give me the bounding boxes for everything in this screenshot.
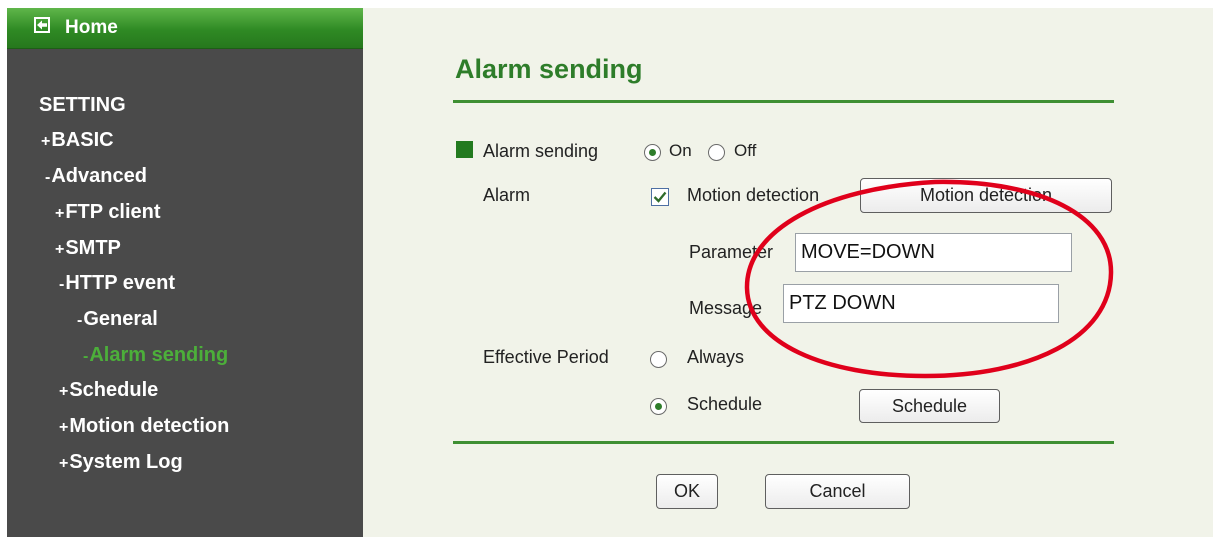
message-label: Message (689, 298, 763, 318)
bottom-divider (453, 441, 1114, 444)
sidebar-item-alarm-sending[interactable]: -Alarm sending (83, 343, 228, 369)
alarm-label: Alarm (483, 185, 531, 205)
message-input[interactable] (783, 284, 1059, 323)
sidebar-item-system-log[interactable]: +System Log (59, 450, 183, 476)
sidebar-item-general[interactable]: -General (77, 307, 158, 333)
square-bullet-icon (456, 141, 473, 158)
parameter-input[interactable] (795, 233, 1072, 272)
period-schedule-radio[interactable] (650, 398, 667, 415)
back-arrow-icon (34, 17, 50, 33)
effective-period-label: Effective Period (483, 347, 609, 367)
home-label: Home (65, 17, 118, 38)
sidebar-item-schedule[interactable]: +Schedule (59, 378, 158, 404)
motion-detection-label: Motion detection (687, 185, 820, 205)
sidebar-item-ftp-client[interactable]: +FTP client (55, 200, 161, 226)
alarm-sending-off-radio[interactable] (708, 144, 725, 161)
sidebar-item-advanced[interactable]: -Advanced (45, 164, 147, 190)
sidebar-item-smtp[interactable]: +SMTP (55, 236, 121, 262)
motion-detection-checkbox[interactable] (651, 188, 669, 206)
parameter-label: Parameter (689, 242, 774, 262)
main-panel: Alarm sending Alarm sending On Off Alarm… (363, 8, 1213, 537)
alarm-sending-on-label: On (669, 141, 692, 160)
sidebar-item-basic[interactable]: +BASIC (41, 128, 114, 154)
sidebar-item-motion-detection[interactable]: +Motion detection (59, 414, 229, 440)
sidebar-heading-setting: SETTING (39, 94, 126, 116)
sidebar-item-http-event[interactable]: -HTTP event (59, 271, 175, 297)
ok-button[interactable]: OK (656, 474, 718, 509)
home-link[interactable]: Home (7, 8, 363, 49)
checkmark-icon (653, 191, 667, 203)
motion-detection-button[interactable]: Motion detection (860, 178, 1112, 213)
period-schedule-label: Schedule (687, 394, 763, 414)
period-always-label: Always (687, 347, 745, 367)
sidebar-menu: Home SETTING +BASIC -Advanced +FTP clien… (7, 8, 363, 537)
cancel-button[interactable]: Cancel (765, 474, 910, 509)
schedule-button[interactable]: Schedule (859, 389, 1000, 423)
title-divider (453, 100, 1114, 103)
alarm-sending-off-label: Off (734, 141, 757, 160)
period-always-radio[interactable] (650, 351, 667, 368)
alarm-sending-label: Alarm sending (483, 141, 599, 161)
page-title: Alarm sending (455, 54, 643, 84)
alarm-sending-on-radio[interactable] (644, 144, 661, 161)
